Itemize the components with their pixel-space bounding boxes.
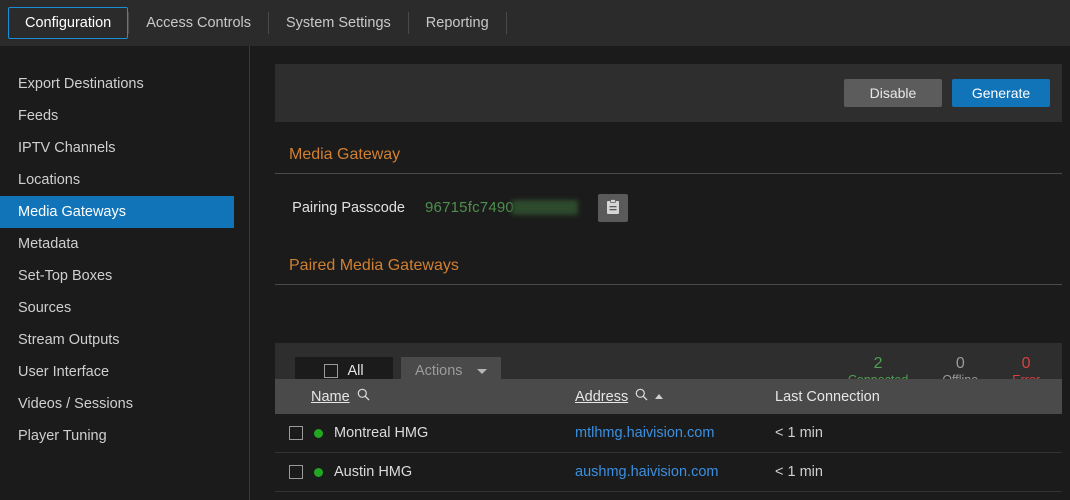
row-name-label: Montreal HMG [334,425,428,441]
pairing-passcode-value-wrap: 96715fc7490 [425,199,578,217]
passcode-action-toolbar: Disable Generate [275,64,1062,122]
sidebar-item-locations[interactable]: Locations [0,164,249,196]
sidebar-item-label: Feeds [18,108,58,124]
column-header-name-label: Name [311,389,350,405]
search-icon[interactable] [357,388,370,405]
row-address-cell: aushmg.haivision.com [575,464,775,480]
clipboard-icon [606,199,620,218]
table-header-row: Name Address Last Connection [275,379,1062,414]
select-all-checkbox[interactable] [324,364,338,378]
tab-access-controls[interactable]: Access Controls [129,8,268,38]
tab-system-settings-label: System Settings [286,15,391,31]
row-address-link[interactable]: mtlhmg.haivision.com [575,425,714,441]
sidebar-item-videos-sessions[interactable]: Videos / Sessions [0,388,249,420]
tab-reporting[interactable]: Reporting [409,8,506,38]
copy-passcode-button[interactable] [598,194,628,222]
disable-button[interactable]: Disable [844,79,942,107]
column-header-address-label: Address [575,389,628,405]
sidebar-item-user-interface[interactable]: User Interface [0,356,249,388]
section-divider [275,173,1062,174]
sidebar-item-player-tuning[interactable]: Player Tuning [0,420,249,452]
column-header-name[interactable]: Name [275,388,575,405]
sidebar-item-label: Metadata [18,236,78,252]
row-checkbox[interactable] [289,465,303,479]
column-header-address[interactable]: Address [575,388,775,405]
row-checkbox[interactable] [289,426,303,440]
sidebar-item-sources[interactable]: Sources [0,292,249,324]
row-name-cell: Austin HMG [275,464,575,480]
sidebar-item-label: Sources [18,300,71,316]
sidebar-item-label: IPTV Channels [18,140,116,156]
generate-button[interactable]: Generate [952,79,1050,107]
row-address-cell: mtlhmg.haivision.com [575,425,775,441]
sidebar-item-label: Player Tuning [18,428,107,444]
count-offline-value: 0 [942,354,978,373]
sidebar-item-label: User Interface [18,364,109,380]
row-address-link[interactable]: aushmg.haivision.com [575,464,718,480]
sidebar-item-export-destinations[interactable]: Export Destinations [0,68,249,100]
sidebar-item-media-gateways[interactable]: Media Gateways [0,196,234,228]
top-tab-bar: Configuration Access Controls System Set… [0,0,1070,46]
count-error-value: 0 [1012,354,1040,373]
sidebar-item-stream-outputs[interactable]: Stream Outputs [0,324,249,356]
sidebar-item-iptv-channels[interactable]: IPTV Channels [0,132,249,164]
actions-dropdown-label: Actions [415,363,463,379]
sidebar-item-label: Export Destinations [18,76,144,92]
tab-reporting-label: Reporting [426,15,489,31]
count-connected-value: 2 [848,354,908,373]
sidebar-item-label: Stream Outputs [18,332,120,348]
section-divider [275,284,1062,285]
sidebar-item-label: Videos / Sessions [18,396,133,412]
chevron-down-icon [477,369,487,374]
sidebar-item-set-top-boxes[interactable]: Set-Top Boxes [0,260,249,292]
row-last-connection-cell: < 1 min [775,425,975,441]
pairing-passcode-label: Pairing Passcode [275,200,405,216]
tab-separator [506,12,507,34]
row-last-connection-cell: < 1 min [775,464,975,480]
sidebar-item-feeds[interactable]: Feeds [0,100,249,132]
sidebar-item-label: Set-Top Boxes [18,268,112,284]
column-header-last-connection: Last Connection [775,389,975,405]
pairing-passcode-row: Pairing Passcode 96715fc7490 [275,194,628,222]
table-row[interactable]: Austin HMG aushmg.haivision.com < 1 min [275,453,1062,492]
sidebar-nav: Export Destinations Feeds IPTV Channels … [0,46,250,500]
tab-configuration-label: Configuration [25,15,111,31]
sidebar-item-metadata[interactable]: Metadata [0,228,249,260]
row-name-cell: Montreal HMG [275,425,575,441]
sidebar-item-label: Locations [18,172,80,188]
tab-configuration[interactable]: Configuration [8,7,128,39]
tab-access-controls-label: Access Controls [146,15,251,31]
paired-gateways-table: Name Address Last Connection [275,379,1062,492]
status-dot-connected [314,468,323,477]
pairing-passcode-redacted [512,200,578,215]
media-gateway-section-title: Media Gateway [289,146,400,164]
row-name-label: Austin HMG [334,464,412,480]
search-icon[interactable] [635,388,648,405]
paired-media-gateways-section-title: Paired Media Gateways [289,257,459,275]
tab-system-settings[interactable]: System Settings [269,8,408,38]
column-header-last-connection-label: Last Connection [775,389,880,405]
table-row[interactable]: Montreal HMG mtlhmg.haivision.com < 1 mi… [275,414,1062,453]
status-dot-connected [314,429,323,438]
sidebar-item-label: Media Gateways [18,204,126,220]
sort-ascending-icon[interactable] [655,394,663,399]
select-all-label: All [347,363,363,379]
pairing-passcode-value: 96715fc7490 [425,199,514,216]
